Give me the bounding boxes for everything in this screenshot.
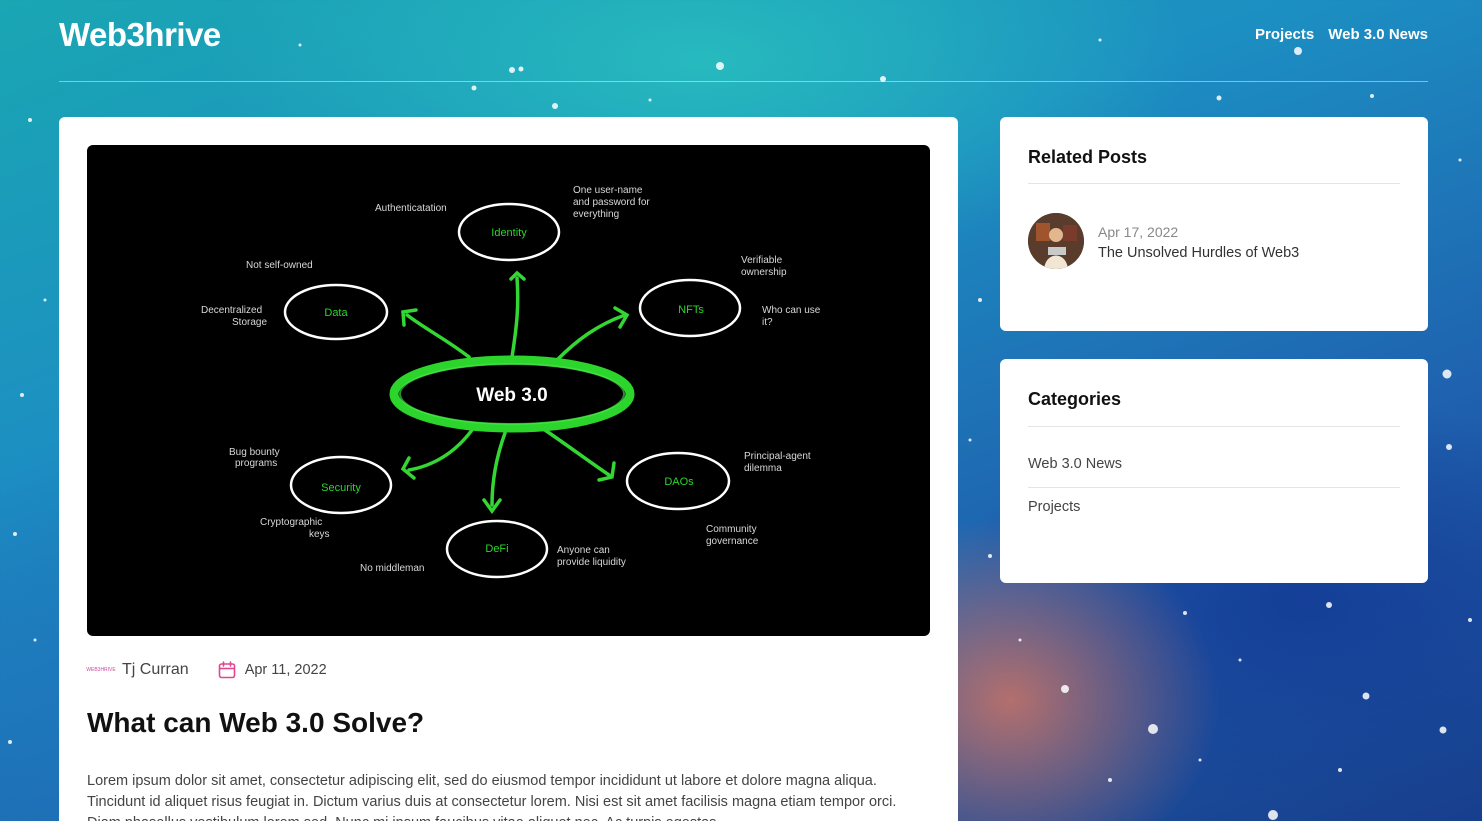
- diagram-note: Decentralized: [201, 305, 262, 316]
- calendar-icon: [218, 661, 235, 679]
- diagram-note: governance: [706, 536, 759, 547]
- diagram-note: Who can use: [762, 305, 821, 316]
- related-post-title-link[interactable]: The Unsolved Hurdles of Web3: [1098, 245, 1299, 261]
- divider: [1028, 183, 1400, 184]
- related-posts-title: Related Posts: [1028, 147, 1148, 167]
- divider: [1028, 426, 1400, 427]
- diagram-note: Authenticatation: [375, 203, 447, 214]
- diagram-note: and password for: [573, 197, 650, 208]
- nav-link-projects[interactable]: Projects: [1255, 26, 1314, 43]
- post-hero-image: Web 3.0 Identity NFTs Data DAOs Security…: [87, 145, 930, 636]
- category-link-projects[interactable]: Projects: [1028, 499, 1080, 515]
- author-name[interactable]: Tj Curran: [122, 661, 189, 679]
- post-meta: WEB3HRIVE Tj Curran Apr 11, 2022: [86, 659, 327, 681]
- related-posts-widget: Related Posts Apr 17, 2022 The Unsolved …: [1000, 117, 1428, 331]
- nav-link-web3-news[interactable]: Web 3.0 News: [1328, 26, 1428, 43]
- diagram-node-defi: DeFi: [485, 543, 508, 555]
- diagram-note: Principal-agent: [744, 451, 811, 462]
- diagram-note: Verifiable: [741, 255, 783, 266]
- diagram-note: ownership: [741, 267, 787, 278]
- diagram-note: it?: [762, 317, 773, 328]
- diagram-note: provide liquidity: [557, 557, 626, 568]
- diagram-node-security: Security: [321, 482, 361, 494]
- categories-widget: Categories Web 3.0 News Projects: [1000, 359, 1428, 583]
- diagram-note: No middleman: [360, 563, 424, 574]
- diagram-note: dilemma: [744, 463, 782, 474]
- author-avatar: WEB3HRIVE: [86, 667, 116, 673]
- diagram-note: Cryptographic: [260, 517, 322, 528]
- post-body: Lorem ipsum dolor sit amet, consectetur …: [87, 773, 897, 821]
- diagram-center-label: Web 3.0: [476, 385, 547, 406]
- post-date: Apr 11, 2022: [244, 662, 327, 678]
- site-logo[interactable]: Web3hrive: [59, 16, 221, 54]
- diagram-note: Bug bounty: [229, 447, 280, 458]
- diagram-node-identity: Identity: [491, 227, 527, 239]
- post-card: Web 3.0 Identity NFTs Data DAOs Security…: [59, 117, 958, 821]
- divider: [1028, 487, 1400, 488]
- diagram-node-daos: DAOs: [664, 476, 694, 488]
- diagram-node-data: Data: [324, 307, 348, 319]
- diagram-note: Anyone can: [557, 545, 610, 556]
- diagram-note: keys: [309, 529, 330, 540]
- diagram-note: Not self-owned: [246, 260, 313, 271]
- related-post-thumbnail[interactable]: [1028, 213, 1084, 269]
- web3-mindmap-diagram: Web 3.0 Identity NFTs Data DAOs Security…: [201, 185, 821, 579]
- category-link-web3-news[interactable]: Web 3.0 News: [1028, 456, 1122, 472]
- diagram-note: everything: [573, 209, 619, 220]
- diagram-note: programs: [235, 458, 277, 469]
- related-post-date: Apr 17, 2022: [1098, 224, 1179, 240]
- post-title: What can Web 3.0 Solve?: [87, 707, 425, 738]
- site-header: Web3hrive Projects Web 3.0 News: [59, 0, 1428, 82]
- diagram-node-nfts: NFTs: [678, 304, 704, 316]
- main-nav: Projects Web 3.0 News: [1255, 26, 1428, 43]
- diagram-note: Community: [706, 524, 757, 535]
- diagram-note: One user-name: [573, 185, 643, 196]
- diagram-note: Storage: [232, 317, 267, 328]
- categories-title: Categories: [1028, 389, 1122, 409]
